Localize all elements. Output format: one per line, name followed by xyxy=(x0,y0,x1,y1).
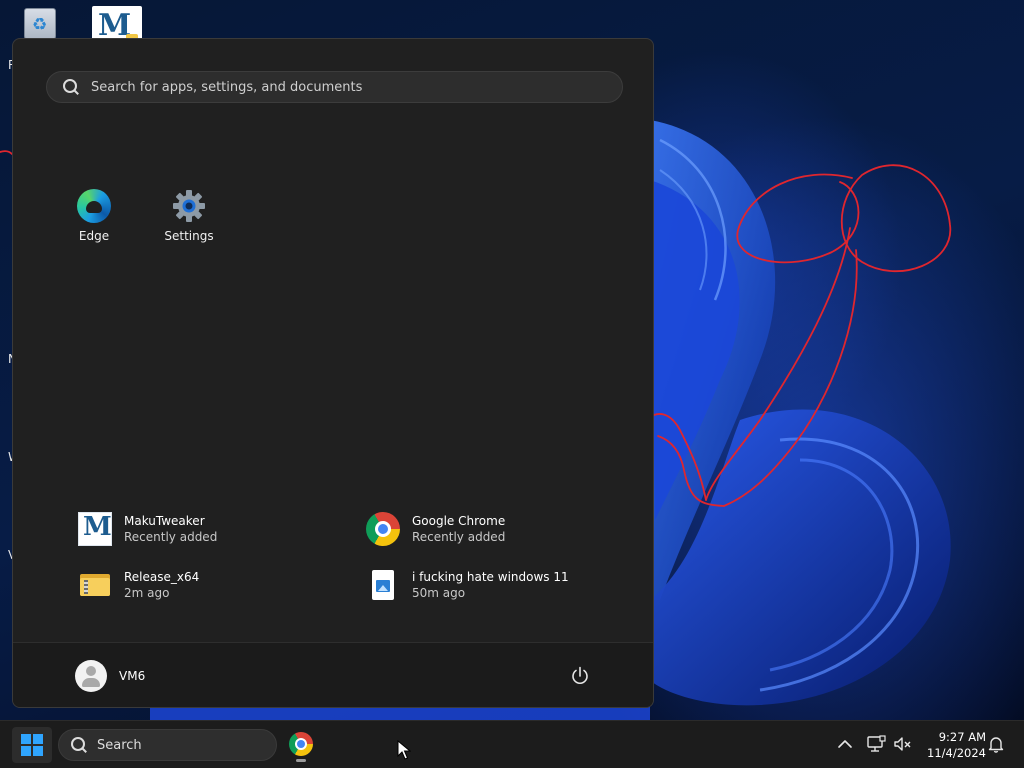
edge-icon xyxy=(77,189,111,223)
settings-gear-icon xyxy=(173,190,205,222)
recommended-item-name: Release_x64 xyxy=(124,570,200,584)
search-icon xyxy=(63,79,79,95)
recommended-item-name: i fucking hate windows 11 xyxy=(412,570,569,584)
clock-time: 9:27 AM xyxy=(938,730,986,744)
recommended-item-makutweaker[interactable]: M MakuTweaker Recently added xyxy=(76,509,356,549)
windows-logo-icon xyxy=(21,734,43,756)
search-icon xyxy=(71,737,87,753)
pinned-app-edge[interactable]: Edge xyxy=(54,189,134,251)
start-menu-footer: VM6 xyxy=(13,642,653,707)
clock-date: 11/4/2024 xyxy=(927,746,986,760)
user-account-button[interactable]: VM6 xyxy=(75,659,145,693)
zip-folder-icon xyxy=(78,568,112,602)
start-menu: Edge Settings M xyxy=(12,38,654,708)
pinned-app-settings[interactable]: Settings xyxy=(149,189,229,251)
taskbar-clock[interactable]: 9:27 AM 11/4/2024 xyxy=(916,727,986,763)
recommended-item-google-chrome[interactable]: Google Chrome Recently added xyxy=(364,509,644,549)
chrome-icon xyxy=(366,512,400,546)
start-search-box[interactable] xyxy=(46,71,623,103)
recommended-item-name: MakuTweaker xyxy=(124,514,205,528)
taskbar-app-google-chrome[interactable] xyxy=(283,727,319,763)
recommended-item-subtitle: Recently added xyxy=(412,530,506,544)
recommended-item-subtitle: Recently added xyxy=(124,530,218,544)
user-name: VM6 xyxy=(119,669,146,683)
network-icon[interactable] xyxy=(866,735,886,753)
recycle-bin-icon xyxy=(24,8,56,42)
recommended-item-image-file[interactable]: i fucking hate windows 11 50m ago xyxy=(364,565,644,605)
taskbar: Search 9:27 AM 11/4/2024 xyxy=(0,720,1024,768)
recommended-item-release-x64[interactable]: Release_x64 2m ago xyxy=(76,565,356,605)
pinned-app-label: Edge xyxy=(78,229,110,243)
chevron-up-icon[interactable] xyxy=(836,735,854,753)
mouse-cursor-icon xyxy=(397,740,411,760)
start-search-input[interactable] xyxy=(91,73,622,101)
makutweaker-icon: M xyxy=(78,512,112,546)
power-icon[interactable] xyxy=(569,665,591,687)
volume-muted-icon[interactable] xyxy=(893,735,913,753)
pinned-app-label: Settings xyxy=(164,229,214,243)
recommended-item-subtitle: 2m ago xyxy=(124,586,170,600)
user-avatar-icon xyxy=(75,660,107,692)
recommended-item-name: Google Chrome xyxy=(412,514,506,528)
recommended-item-subtitle: 50m ago xyxy=(412,586,466,600)
image-file-icon xyxy=(366,568,400,602)
chrome-icon xyxy=(289,732,313,756)
start-button[interactable] xyxy=(12,727,52,763)
running-indicator xyxy=(296,759,306,762)
bell-icon[interactable] xyxy=(987,735,1005,753)
taskbar-search-label: Search xyxy=(97,737,142,753)
taskbar-search-box[interactable]: Search xyxy=(58,729,277,761)
